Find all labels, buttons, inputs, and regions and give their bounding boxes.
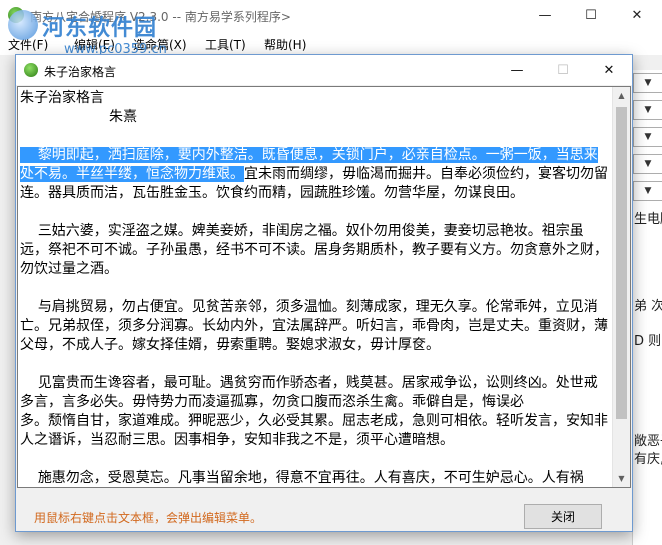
background-combo-3[interactable]: ▼ — [633, 127, 662, 147]
dialog-close-icon[interactable]: ✕ — [586, 55, 632, 85]
scroll-up-arrow-icon[interactable]: ▲ — [613, 87, 630, 104]
text-paragraph-5: 施惠勿念，受恩莫忘。凡事当留余地，得意不宜再往。人有喜庆，不可生妒忌心。人有祸患… — [37, 470, 584, 486]
watermark-name: 河东软件园 — [42, 16, 158, 41]
maxims-textbox[interactable]: 朱子治家格言 朱熹 黎明即起，洒扫庭除，要内外整洁。既昏便息，关锁门户，必亲自检… — [17, 86, 631, 488]
watermark-logo-icon — [8, 10, 38, 40]
background-combo-4[interactable]: ▼ — [633, 154, 662, 174]
text-paragraph-2: 三姑六婆，实淫盗之媒。婢美妾娇，非闺房之福。奴仆勿用俊美，妻妾切忌艳妆。祖宗虽远… — [20, 223, 608, 277]
scroll-thumb[interactable] — [616, 107, 627, 419]
dialog-maximize-icon: ☐ — [557, 62, 569, 78]
dialog-minimize-icon[interactable]: — — [494, 55, 540, 85]
dialog-app-icon — [24, 63, 38, 77]
text-line-title: 朱子治家格言 — [20, 90, 104, 106]
background-combo-2[interactable]: ▼ — [633, 100, 662, 120]
dialog-titlebar[interactable]: 朱子治家格言 — ☐ ✕ — [16, 55, 632, 85]
close-button[interactable]: 关闭 — [524, 504, 602, 529]
background-fragment-4: 敞恶子 — [634, 434, 662, 449]
text-paragraph-4: 见富贵而生谗容者，最可耻。遇贫穷而作骄态者，贱莫甚。居家戒争讼，讼则终凶。处世戒… — [20, 375, 598, 410]
menu-help[interactable]: 帮助(H) — [264, 36, 306, 53]
text-paragraph-4b: 多。颓惰自甘，家道难成。狎昵恶少，久必受其累。屈志老成，急则可相依。轻听发言，安… — [20, 413, 608, 448]
menu-tools[interactable]: 工具(T) — [205, 36, 246, 53]
background-fragment-2: 弟 次 — [634, 299, 662, 314]
scroll-down-arrow-icon[interactable]: ▼ — [613, 470, 630, 487]
minimize-icon[interactable]: — — [522, 0, 568, 31]
maxims-dialog: 朱子治家格言 — ☐ ✕ 朱子治家格言 朱熹 黎明即起，洒扫庭除，要内外整洁。既… — [15, 54, 633, 532]
background-fragment-3: D 则 — [634, 334, 662, 349]
text-content: 朱子治家格言 朱熹 黎明即起，洒扫庭除，要内外整洁。既昏便息，关锁门户，必亲自检… — [20, 89, 610, 487]
text-line-author: 朱熹 — [20, 109, 138, 125]
context-menu-hint: 用鼠标右键点击文本框，会弹出编辑菜单。 — [34, 511, 263, 525]
background-fragment-5: 有庆, — [634, 452, 662, 467]
background-combo-5[interactable]: ▼ — [633, 181, 662, 201]
dialog-title: 朱子治家格言 — [44, 65, 117, 79]
background-fragment-1: 生电脑 — [634, 212, 662, 227]
text-paragraph-1: 黎明即起，洒扫庭除，要内外整洁。既昏便息，关锁门户，必亲自检点。一粥一饭，当思来… — [20, 146, 610, 203]
close-icon[interactable]: ✕ — [614, 0, 660, 31]
background-combo-1[interactable]: ▼ — [633, 73, 662, 93]
vertical-scrollbar[interactable]: ▲ ▼ — [612, 87, 630, 487]
maximize-icon[interactable]: ☐ — [568, 0, 614, 31]
text-paragraph-3: 与肩挑贸易，勿占便宜。见贫苦亲邻，须多温恤。刻薄成家，理无久享。伦常乖舛，立见消… — [20, 299, 608, 353]
